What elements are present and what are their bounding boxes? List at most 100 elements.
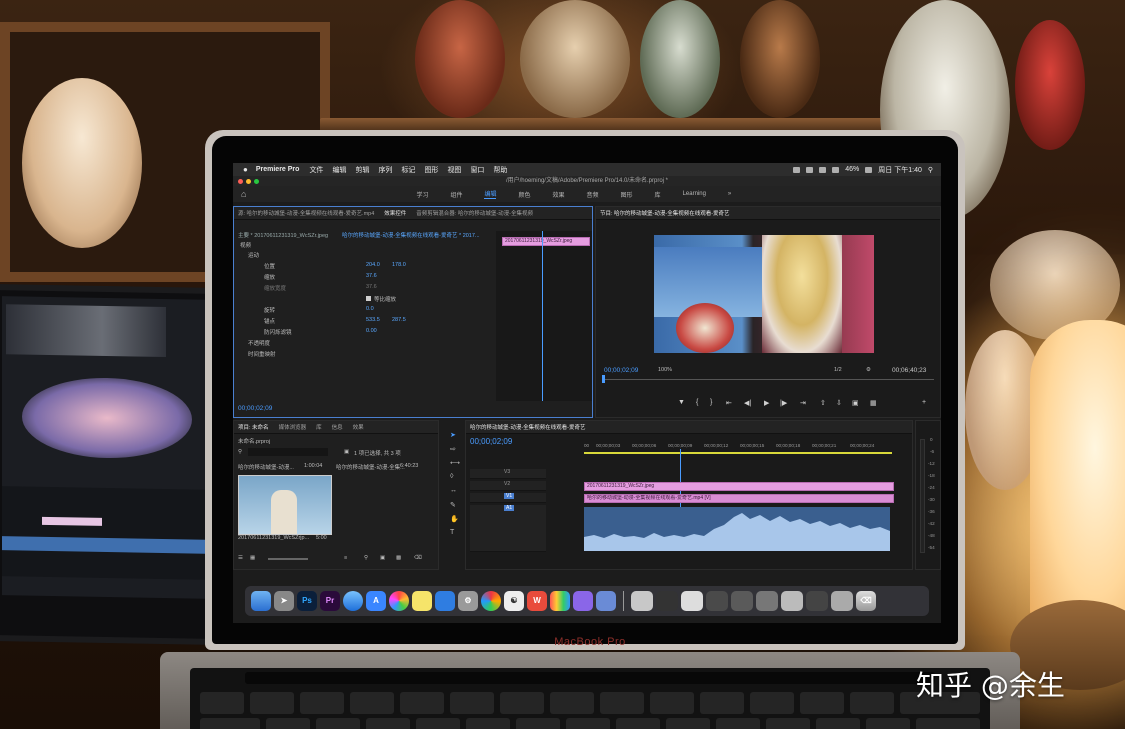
project-thumbnail[interactable]: [238, 475, 332, 535]
wrench-icon[interactable]: ⚙: [866, 367, 871, 373]
menu-markers[interactable]: 标记: [401, 165, 415, 175]
step-forward-icon[interactable]: |▶: [780, 399, 787, 407]
status-icon[interactable]: [819, 166, 827, 173]
zoom-slider[interactable]: [268, 558, 308, 560]
dock-window-thumbnail[interactable]: [706, 591, 728, 611]
wifi-icon[interactable]: [832, 166, 840, 173]
tab-program[interactable]: 节目: 哈尔的移动城堡-动漫-全集视频在线观看-爱奇艺: [600, 209, 730, 217]
track-v3-header[interactable]: V3: [470, 469, 546, 479]
zoom-select[interactable]: 100%: [658, 367, 672, 373]
workspace-audio[interactable]: 音频: [587, 190, 599, 199]
close-window-button[interactable]: [238, 179, 243, 184]
go-to-out-icon[interactable]: ⇥: [800, 399, 806, 407]
tab-effect-controls[interactable]: 效果控件: [384, 209, 406, 217]
menu-window[interactable]: 窗口: [470, 165, 484, 175]
anchor-x-value[interactable]: 533.5: [366, 317, 380, 323]
scale-value[interactable]: 37.6: [366, 273, 377, 279]
battery-icon[interactable]: [865, 166, 873, 173]
premiere-icon[interactable]: Pr: [320, 591, 340, 611]
program-playhead[interactable]: [602, 375, 605, 383]
dock-window-thumbnail[interactable]: [806, 591, 828, 611]
trash-icon[interactable]: ⌫: [414, 555, 422, 561]
selection-tool-icon[interactable]: ➤: [450, 431, 456, 439]
menu-clip[interactable]: 剪辑: [355, 165, 369, 175]
menu-edit[interactable]: 编辑: [332, 165, 346, 175]
slip-tool-icon[interactable]: ↔: [450, 487, 457, 494]
project-search-input[interactable]: [248, 448, 328, 456]
new-item-icon[interactable]: ▩: [396, 555, 401, 561]
dock-window-thumbnail[interactable]: [681, 591, 703, 611]
trash-icon[interactable]: ⌫: [856, 591, 876, 611]
settings-icon[interactable]: ▦: [870, 399, 877, 407]
status-icon[interactable]: [806, 166, 814, 173]
new-bin-icon[interactable]: ▣: [380, 555, 385, 561]
antiflicker-value[interactable]: 0.00: [366, 328, 377, 334]
keyframe-area[interactable]: [496, 231, 592, 401]
project-item-name[interactable]: 哈尔的移动城堡-动漫...: [238, 463, 294, 471]
v1-clip[interactable]: 哈尔的移动城堡-动漫-全集视频在线观看-爱奇艺.mp4 [V]: [584, 494, 894, 503]
notes-icon[interactable]: [412, 591, 432, 611]
tab-project[interactable]: 项目: 未命名: [238, 423, 269, 431]
workspace-graphics[interactable]: 图形: [621, 190, 633, 199]
tab-audio-mixer[interactable]: 音频剪辑混合器: 哈尔的移动城堡-动漫-全集视频: [416, 209, 533, 217]
minimize-window-button[interactable]: [246, 179, 251, 184]
sort-icon[interactable]: ≡: [344, 555, 347, 561]
dock-window-thumbnail[interactable]: [656, 591, 678, 611]
anchor-y-value[interactable]: 287.5: [392, 317, 406, 323]
zoom-window-button[interactable]: [254, 179, 259, 184]
ripple-edit-tool-icon[interactable]: ⟷: [450, 459, 460, 467]
workspace-learn[interactable]: 学习: [416, 190, 428, 199]
chrome-icon[interactable]: [481, 591, 501, 611]
pen-tool-icon[interactable]: ✎: [450, 501, 456, 509]
effect-playhead[interactable]: [542, 231, 543, 401]
time-remap-effect[interactable]: 时间重映射: [248, 350, 276, 358]
workspace-assembly[interactable]: 组件: [450, 190, 462, 199]
search-icon[interactable]: ⚲: [928, 166, 933, 174]
audio-waveform[interactable]: [584, 507, 890, 551]
program-timecode[interactable]: 00;00;02;09: [604, 367, 638, 374]
program-scrub-bar[interactable]: [604, 379, 934, 380]
workspace-color[interactable]: 颜色: [518, 190, 530, 199]
wps-icon[interactable]: W: [527, 591, 547, 611]
app-store-icon[interactable]: A: [366, 591, 386, 611]
hand-tool-icon[interactable]: ✋: [450, 515, 459, 523]
keynote-icon[interactable]: [435, 591, 455, 611]
project-item-name[interactable]: 哈尔的移动城堡-动漫-全集...: [336, 463, 405, 471]
effect-clip-bar[interactable]: 20170611231319_WcSZr.jpeg: [502, 237, 590, 246]
track-a1-header[interactable]: A1: [470, 505, 546, 552]
battery-percent[interactable]: 46%: [845, 166, 859, 173]
lift-icon[interactable]: ⇧: [820, 399, 826, 407]
app-icon[interactable]: ☯: [504, 591, 524, 611]
project-search-icon[interactable]: ⚲: [238, 449, 242, 455]
master-clip-label[interactable]: 主要 * 20170611231319_WcSZr.jpeg: [238, 231, 328, 239]
effect-timecode[interactable]: 00;00;02;09: [238, 405, 272, 412]
app-icon[interactable]: [573, 591, 593, 611]
more-workspaces-icon[interactable]: »: [728, 191, 731, 197]
workspace-libraries[interactable]: 库: [655, 190, 661, 199]
track-v1-header[interactable]: V1: [470, 493, 546, 503]
go-to-in-icon[interactable]: ⇤: [726, 399, 732, 407]
position-x-value[interactable]: 204.0: [366, 262, 380, 268]
dock-window-thumbnail[interactable]: [756, 591, 778, 611]
apple-icon[interactable]: ●: [243, 165, 248, 174]
track-select-tool-icon[interactable]: ⇨: [450, 445, 456, 453]
list-view-icon[interactable]: ☰: [238, 555, 243, 561]
tab-sequence[interactable]: 哈尔的移动城堡-动漫-全集视频在线观看-爱奇艺: [470, 423, 586, 431]
add-marker-icon[interactable]: ▼: [678, 399, 685, 406]
menu-help[interactable]: 帮助: [493, 165, 507, 175]
timeline-timecode[interactable]: 00;00;02;09: [470, 437, 512, 446]
clock[interactable]: 周日 下午1:40: [878, 165, 922, 175]
track-v2-header[interactable]: V2: [470, 481, 546, 491]
add-button-icon[interactable]: +: [922, 399, 926, 406]
workspace-learning[interactable]: Learning: [683, 191, 706, 197]
sequence-clip-label[interactable]: 哈尔的移动城堡-动漫-全集视频在线观看-爱奇艺 * 2017...: [342, 231, 480, 239]
play-icon[interactable]: ▶: [764, 399, 769, 407]
new-bin-icon[interactable]: ▣: [344, 449, 349, 455]
search-icon[interactable]: ⚲: [364, 555, 368, 561]
mark-out-icon[interactable]: }: [710, 399, 712, 406]
photos-icon[interactable]: [389, 591, 409, 611]
opacity-effect[interactable]: 不透明度: [248, 339, 270, 347]
app-icon[interactable]: [596, 591, 616, 611]
camera-icon[interactable]: ▣: [852, 399, 859, 407]
app-menu[interactable]: Premiere Pro: [256, 166, 300, 173]
